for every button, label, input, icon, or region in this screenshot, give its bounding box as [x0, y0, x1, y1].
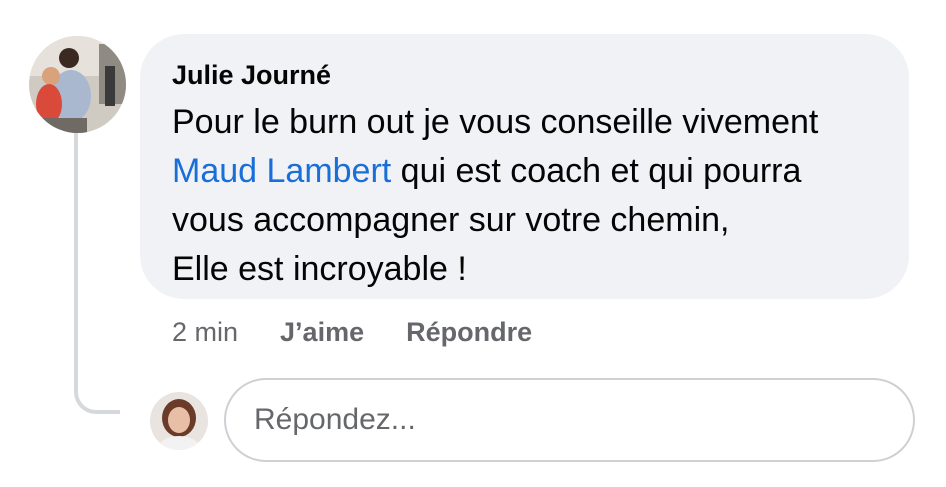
current-user-photo [150, 392, 208, 450]
like-button[interactable]: J’aime [280, 317, 364, 348]
comment-line-2: Maud Lambert qui est coach et qui pourra [172, 147, 879, 196]
comment-line-3: vous accompagner sur votre chemin, [172, 201, 730, 239]
reply-input[interactable] [224, 378, 915, 462]
comment-line-1: Pour le burn out je vous conseille vivem… [172, 103, 819, 141]
comment-line-2-rest: qui est coach et qui pourra [391, 152, 802, 190]
comment-line-4: Elle est incroyable ! [172, 250, 467, 288]
comment-body: Pour le burn out je vous conseille vivem… [172, 98, 879, 294]
comment-author-name[interactable]: Julie Journé [172, 58, 879, 92]
reply-button[interactable]: Répondre [406, 317, 532, 348]
current-user-avatar[interactable] [150, 392, 208, 450]
comment-actions: 2 min J’aime Répondre [172, 312, 574, 352]
mention-link[interactable]: Maud Lambert [172, 152, 391, 190]
comment-timestamp[interactable]: 2 min [172, 317, 238, 348]
comment-thread: Julie Journé Pour le burn out je vous co… [0, 0, 946, 487]
author-photo [29, 36, 126, 133]
author-avatar[interactable] [29, 36, 126, 133]
thread-connector-line [74, 132, 120, 414]
comment-bubble: Julie Journé Pour le burn out je vous co… [140, 34, 909, 299]
